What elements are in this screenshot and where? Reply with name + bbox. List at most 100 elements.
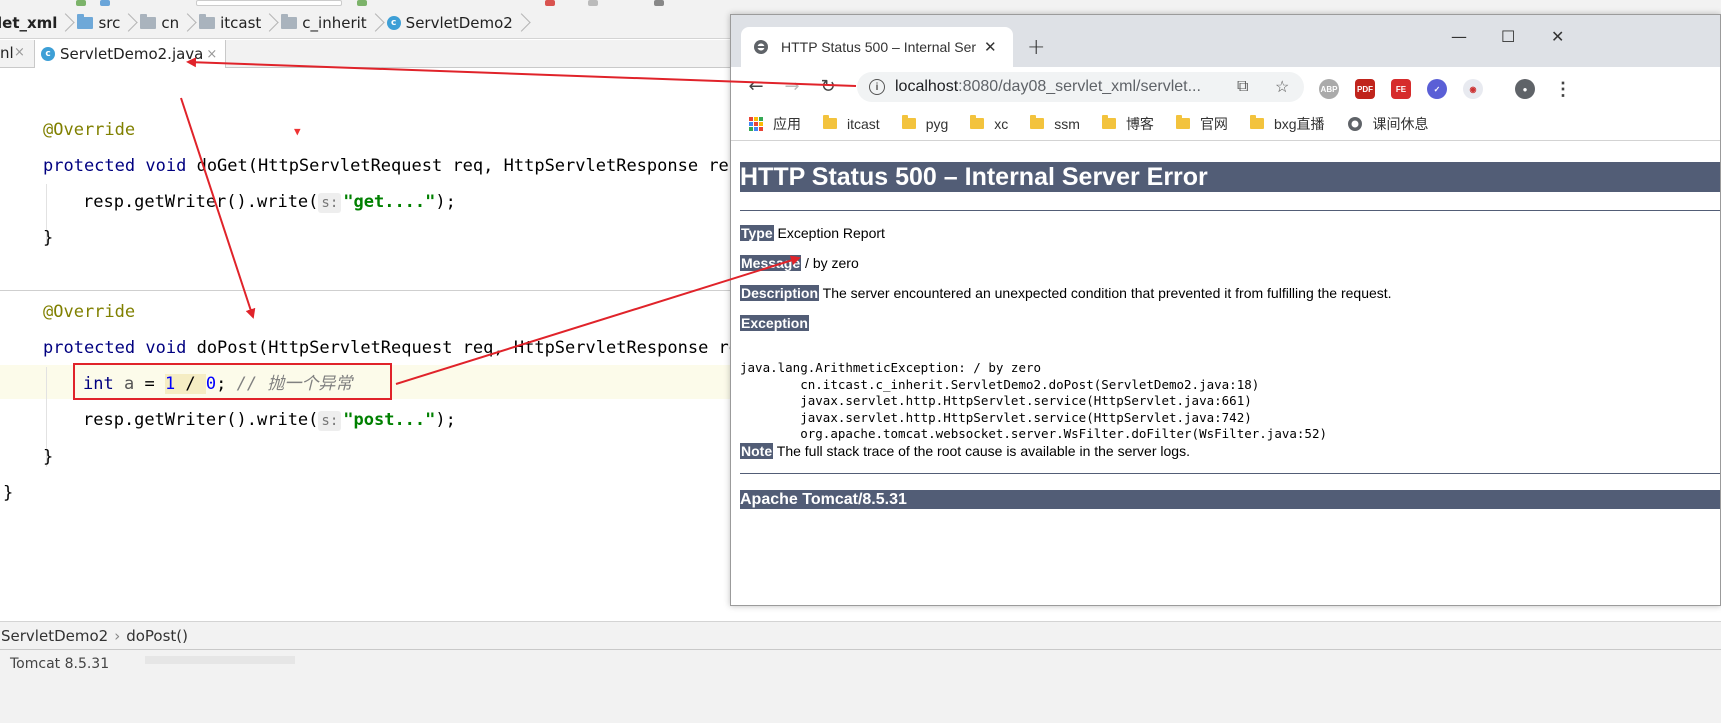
bookmark-label: 课间休息: [1372, 115, 1429, 132]
toolbar-icon[interactable]: [654, 0, 664, 6]
annotation-token: @Override: [43, 302, 136, 322]
stop-button[interactable]: [545, 0, 555, 6]
bookmark-folder[interactable]: itcast: [823, 115, 880, 132]
error-page: HTTP Status 500 – Internal Server Error …: [731, 142, 1720, 605]
star-icon[interactable]: ☆: [1275, 72, 1289, 102]
run-tab-label[interactable]: Tomcat 8.5.31: [10, 656, 109, 672]
run-button[interactable]: [357, 0, 367, 6]
error-title: HTTP Status 500 – Internal Server Error: [740, 162, 1720, 192]
parameter-hint: s:: [318, 411, 342, 431]
string-token: "post...": [343, 410, 436, 430]
close-tab-icon[interactable]: ✕: [984, 38, 997, 56]
breadcrumb-src[interactable]: src: [71, 14, 126, 32]
class-icon: c: [41, 47, 55, 61]
breadcrumb-class[interactable]: c ServletDemo2: [381, 14, 519, 32]
divider: [740, 473, 1720, 474]
bookmark-folder[interactable]: ssm: [1030, 115, 1080, 132]
address-bar[interactable]: i localhost:8080/day08_servlet_xml/servl…: [857, 72, 1304, 102]
brace-token: }: [43, 447, 54, 467]
exception-label: Exception: [740, 315, 809, 331]
bookmark-folder[interactable]: bxg直播: [1249, 114, 1325, 134]
url-path: :8080/day08_servlet_xml/servlet...: [958, 78, 1201, 95]
package-icon: [281, 14, 298, 29]
breadcrumb-label: src: [98, 14, 121, 32]
code-line: resp.getWriter().write(s: "get....");: [83, 185, 456, 219]
breadcrumb-separator: [373, 12, 381, 34]
bookmark-apps[interactable]: 应用: [749, 114, 801, 134]
code-line: }: [43, 440, 53, 474]
breadcrumb-separator: [185, 12, 193, 34]
globe-icon: [1347, 116, 1362, 131]
bookmark-label: 应用: [773, 115, 801, 132]
fe-helper-icon[interactable]: FE: [1391, 79, 1411, 99]
code-line: protected void doPost(HttpServletRequest…: [43, 331, 739, 365]
code-line: @Override: [43, 113, 135, 147]
breadcrumb-separator: [126, 12, 134, 34]
bookmark-label: ssm: [1054, 115, 1080, 132]
package-icon: [199, 14, 216, 29]
breadcrumb-project[interactable]: let_xml: [0, 14, 63, 32]
check-extension-icon[interactable]: ✓: [1427, 79, 1447, 99]
reload-icon[interactable]: ↻: [817, 75, 839, 97]
breadcrumb-label: itcast: [220, 14, 262, 32]
maximize-button[interactable]: ☐: [1501, 27, 1515, 46]
code-token: );: [435, 410, 456, 430]
message-value: / by zero: [801, 255, 859, 271]
highlight-box: [73, 363, 392, 400]
brace-token: }: [43, 228, 54, 248]
minimize-button[interactable]: —: [1451, 27, 1467, 46]
bookmark-folder[interactable]: 官网: [1175, 114, 1228, 134]
bookmarks-bar: 应用 itcast pyg xc ssm 博客 官网 bxg直播 课间休息: [731, 107, 1720, 141]
back-arrow-icon[interactable]: ←: [745, 75, 767, 97]
exception-row: Exception: [740, 315, 809, 331]
status-method[interactable]: doPost(): [126, 627, 188, 645]
status-class[interactable]: ServletDemo2: [1, 627, 108, 645]
menu-kebab-icon[interactable]: ⋮: [1553, 79, 1573, 99]
keyword-token: void: [145, 156, 187, 176]
note-value: The full stack trace of the root cause i…: [773, 443, 1190, 459]
new-tab-button[interactable]: +: [1027, 35, 1045, 60]
bookmark-link[interactable]: 课间休息: [1347, 114, 1429, 134]
breadcrumb-label: cn: [161, 14, 180, 32]
breadcrumb-itcast[interactable]: itcast: [193, 14, 267, 32]
breadcrumb-c-inherit[interactable]: c_inherit: [275, 14, 372, 32]
folder-icon: [1249, 115, 1264, 129]
type-label: Type: [740, 225, 774, 241]
adblock-icon[interactable]: ABP: [1319, 79, 1339, 99]
bookmark-label: 博客: [1125, 115, 1154, 132]
run-icon[interactable]: [76, 0, 86, 6]
translate-icon[interactable]: ⧉: [1237, 72, 1248, 102]
debug-icon[interactable]: [100, 0, 110, 6]
breadcrumb-label: c_inherit: [302, 14, 367, 32]
close-icon[interactable]: ×: [206, 47, 217, 62]
folder-icon: [1101, 115, 1116, 129]
pdf-icon[interactable]: PDF: [1355, 79, 1375, 99]
code-token: );: [435, 192, 456, 212]
owl-extension-icon[interactable]: ◉: [1463, 79, 1483, 99]
divider: [740, 210, 1720, 211]
info-icon[interactable]: i: [869, 79, 885, 95]
server-footer: Apache Tomcat/8.5.31: [740, 490, 1720, 509]
breadcrumb-separator: [519, 12, 527, 34]
status-separator: ›: [114, 626, 121, 645]
browser-toolbar: ← → ↻ i localhost:8080/day08_servlet_xml…: [731, 67, 1720, 107]
bookmark-folder[interactable]: pyg: [901, 115, 948, 132]
tab-servletdemo2[interactable]: c ServletDemo2.java ×: [34, 40, 227, 68]
run-config-select[interactable]: [196, 0, 342, 6]
type-value: Exception Report: [773, 225, 885, 241]
bookmark-folder[interactable]: 博客: [1101, 114, 1154, 134]
close-window-button[interactable]: ✕: [1551, 27, 1564, 46]
method-signature: doGet(HttpServletRequest req, HttpServle…: [196, 156, 740, 176]
breadcrumb-label: ServletDemo2: [405, 14, 513, 32]
profile-avatar-icon[interactable]: ●: [1515, 79, 1535, 99]
bookmark-folder[interactable]: xc: [970, 115, 1008, 132]
tab-previous[interactable]: nl: [0, 44, 14, 62]
breadcrumb-cn[interactable]: cn: [134, 14, 185, 32]
close-icon[interactable]: ×: [14, 45, 25, 60]
toolbar-icon[interactable]: [588, 0, 598, 6]
parameter-hint: s:: [318, 193, 342, 213]
panel-toolbar: [145, 656, 295, 664]
folder-icon: [970, 115, 985, 129]
browser-tab[interactable]: HTTP Status 500 – Internal Server Error …: [741, 27, 1013, 67]
forward-arrow-icon[interactable]: →: [781, 75, 803, 97]
